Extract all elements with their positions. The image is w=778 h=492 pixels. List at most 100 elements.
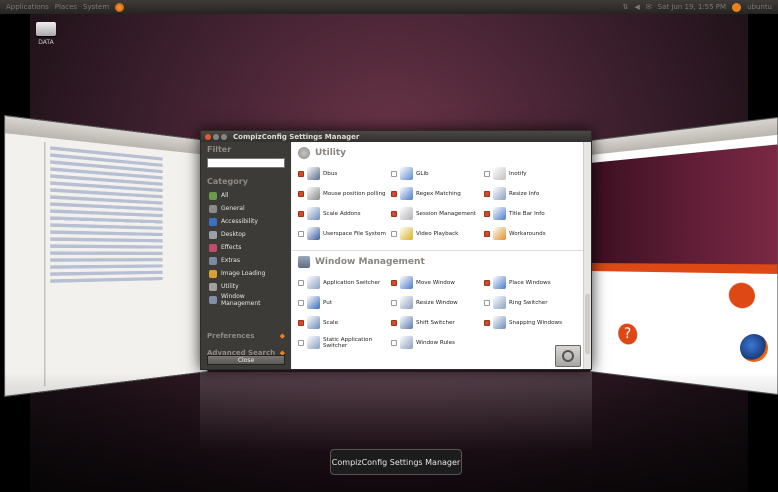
browser-hero-banner bbox=[590, 144, 778, 265]
user-menu[interactable]: ubuntu bbox=[747, 3, 772, 11]
plugin-item[interactable]: Mouse position polling bbox=[298, 185, 391, 202]
mail-icon[interactable]: ✉ bbox=[646, 3, 652, 11]
help-icon: ? bbox=[618, 322, 638, 346]
plugin-item[interactable]: Shift Switcher bbox=[391, 314, 484, 331]
plugin-icon bbox=[307, 336, 320, 349]
category-item[interactable]: General bbox=[201, 202, 291, 215]
category-item[interactable]: Desktop bbox=[201, 228, 291, 241]
plugin-item[interactable]: GLib bbox=[391, 165, 484, 182]
network-icon[interactable]: ⇅ bbox=[622, 3, 628, 11]
category-label: Window Management bbox=[221, 292, 261, 307]
category-item[interactable]: Window Management bbox=[201, 292, 291, 307]
plugin-checkbox[interactable] bbox=[484, 170, 490, 177]
section-header: Window Management bbox=[292, 251, 583, 274]
plugin-checkbox[interactable] bbox=[484, 279, 490, 286]
volume-icon[interactable]: ◀ bbox=[634, 3, 639, 11]
session-icon[interactable] bbox=[732, 2, 742, 12]
plugin-item[interactable]: Dbus bbox=[298, 165, 391, 182]
plugin-checkbox[interactable] bbox=[298, 230, 304, 237]
category-item[interactable]: Extras bbox=[201, 254, 291, 267]
plugin-label: Static Application Switcher bbox=[323, 336, 373, 349]
plugin-item[interactable]: Userspace File System bbox=[298, 225, 391, 242]
firefox-icon[interactable] bbox=[740, 334, 768, 362]
plugin-checkbox[interactable] bbox=[391, 210, 397, 217]
plugin-checkbox[interactable] bbox=[391, 299, 397, 306]
plugin-checkbox[interactable] bbox=[298, 339, 304, 346]
plugin-item[interactable]: Snapping Windows bbox=[484, 314, 577, 331]
plugin-item[interactable]: Scale Addons bbox=[298, 205, 391, 222]
plugin-checkbox[interactable] bbox=[298, 319, 304, 326]
plugin-item[interactable]: Inotify bbox=[484, 165, 577, 182]
plugin-checkbox[interactable] bbox=[391, 230, 397, 237]
category-item[interactable]: Utility bbox=[201, 280, 291, 293]
plugin-item[interactable]: Workarounds bbox=[484, 225, 577, 242]
category-label: Accessibility bbox=[221, 218, 258, 225]
plugin-grid: Application Switcher Move Window Place Win… bbox=[292, 274, 583, 351]
plugin-checkbox[interactable] bbox=[484, 230, 490, 237]
category-item[interactable]: Accessibility bbox=[201, 215, 291, 228]
plugin-icon bbox=[493, 187, 506, 200]
ccsm-window[interactable]: CompizConfig Settings Manager Filter Cat… bbox=[200, 130, 592, 370]
plugin-checkbox[interactable] bbox=[391, 339, 397, 346]
plugin-checkbox[interactable] bbox=[298, 210, 304, 217]
plugin-item[interactable]: Ring Switcher bbox=[484, 294, 577, 311]
plugin-checkbox[interactable] bbox=[298, 279, 304, 286]
maximize-window-icon[interactable] bbox=[221, 133, 227, 140]
firefox-launcher-icon[interactable] bbox=[115, 2, 125, 12]
category-item[interactable]: All bbox=[201, 189, 291, 202]
system-menu[interactable]: System bbox=[83, 3, 109, 11]
plugin-item[interactable]: Put bbox=[298, 294, 391, 311]
plugin-checkbox[interactable] bbox=[484, 319, 490, 326]
scrollbar-thumb[interactable] bbox=[585, 294, 590, 354]
plugin-item[interactable]: Scale bbox=[298, 314, 391, 331]
section-window-management: Window Management Application Switcher Mo… bbox=[292, 251, 583, 351]
filter-input[interactable] bbox=[207, 158, 285, 168]
category-item[interactable]: Image Loading bbox=[201, 267, 291, 280]
plugin-checkbox[interactable] bbox=[391, 319, 397, 326]
plugin-item[interactable]: Move Window bbox=[391, 274, 484, 291]
plugin-icon bbox=[400, 276, 413, 289]
plugin-checkbox[interactable] bbox=[484, 190, 490, 197]
category-item[interactable]: Effects bbox=[201, 241, 291, 254]
clock[interactable]: Sat Jun 19, 1:55 PM bbox=[658, 3, 726, 11]
plugin-item[interactable]: Session Management bbox=[391, 205, 484, 222]
file-manager-sidebar bbox=[10, 138, 46, 391]
drive-label: DATA bbox=[38, 39, 54, 46]
close-window-icon[interactable] bbox=[205, 133, 211, 140]
minimize-window-icon[interactable] bbox=[213, 133, 219, 140]
plugin-item[interactable]: Title Bar Info bbox=[484, 205, 577, 222]
plugin-item[interactable]: Application Switcher bbox=[298, 274, 391, 291]
utility-icon bbox=[209, 282, 217, 291]
plugin-item[interactable]: Video Playback bbox=[391, 225, 484, 242]
plugin-checkbox[interactable] bbox=[298, 299, 304, 306]
places-menu[interactable]: Places bbox=[55, 3, 77, 11]
applications-menu[interactable]: Applications bbox=[6, 3, 49, 11]
file-manager-window[interactable] bbox=[3, 114, 208, 398]
plugin-checkbox[interactable] bbox=[298, 190, 304, 197]
plugin-checkbox[interactable] bbox=[298, 170, 304, 177]
plugin-item[interactable]: Window Rules bbox=[391, 334, 484, 351]
plugin-icon bbox=[493, 296, 506, 309]
scrollbar[interactable] bbox=[583, 142, 591, 369]
plugin-checkbox[interactable] bbox=[391, 170, 397, 177]
close-button[interactable]: Close bbox=[207, 355, 285, 365]
plugin-label: Dbus bbox=[323, 170, 338, 177]
plugin-checkbox[interactable] bbox=[391, 190, 397, 197]
plugin-icon bbox=[400, 167, 413, 180]
data-drive[interactable]: DATA bbox=[34, 22, 58, 46]
plugin-item[interactable]: Static Application Switcher bbox=[298, 334, 391, 351]
plugin-item[interactable]: Regex Matching bbox=[391, 185, 484, 202]
plugin-checkbox[interactable] bbox=[484, 210, 490, 217]
plugin-item[interactable]: Resize Info bbox=[484, 185, 577, 202]
utility-icon bbox=[298, 147, 310, 159]
plugin-checkbox[interactable] bbox=[484, 299, 490, 306]
category-label: Utility bbox=[221, 283, 239, 290]
plugin-icon bbox=[400, 336, 413, 349]
preferences-section[interactable]: Preferences ◆ bbox=[201, 332, 291, 340]
ccsm-titlebar[interactable]: CompizConfig Settings Manager bbox=[201, 131, 591, 142]
plugin-checkbox[interactable] bbox=[391, 279, 397, 286]
plugin-label: Session Management bbox=[416, 210, 476, 217]
plugin-item[interactable]: Place Windows bbox=[484, 274, 577, 291]
window-tooltip: CompizConfig Settings Manager bbox=[330, 449, 462, 475]
plugin-item[interactable]: Resize Window bbox=[391, 294, 484, 311]
